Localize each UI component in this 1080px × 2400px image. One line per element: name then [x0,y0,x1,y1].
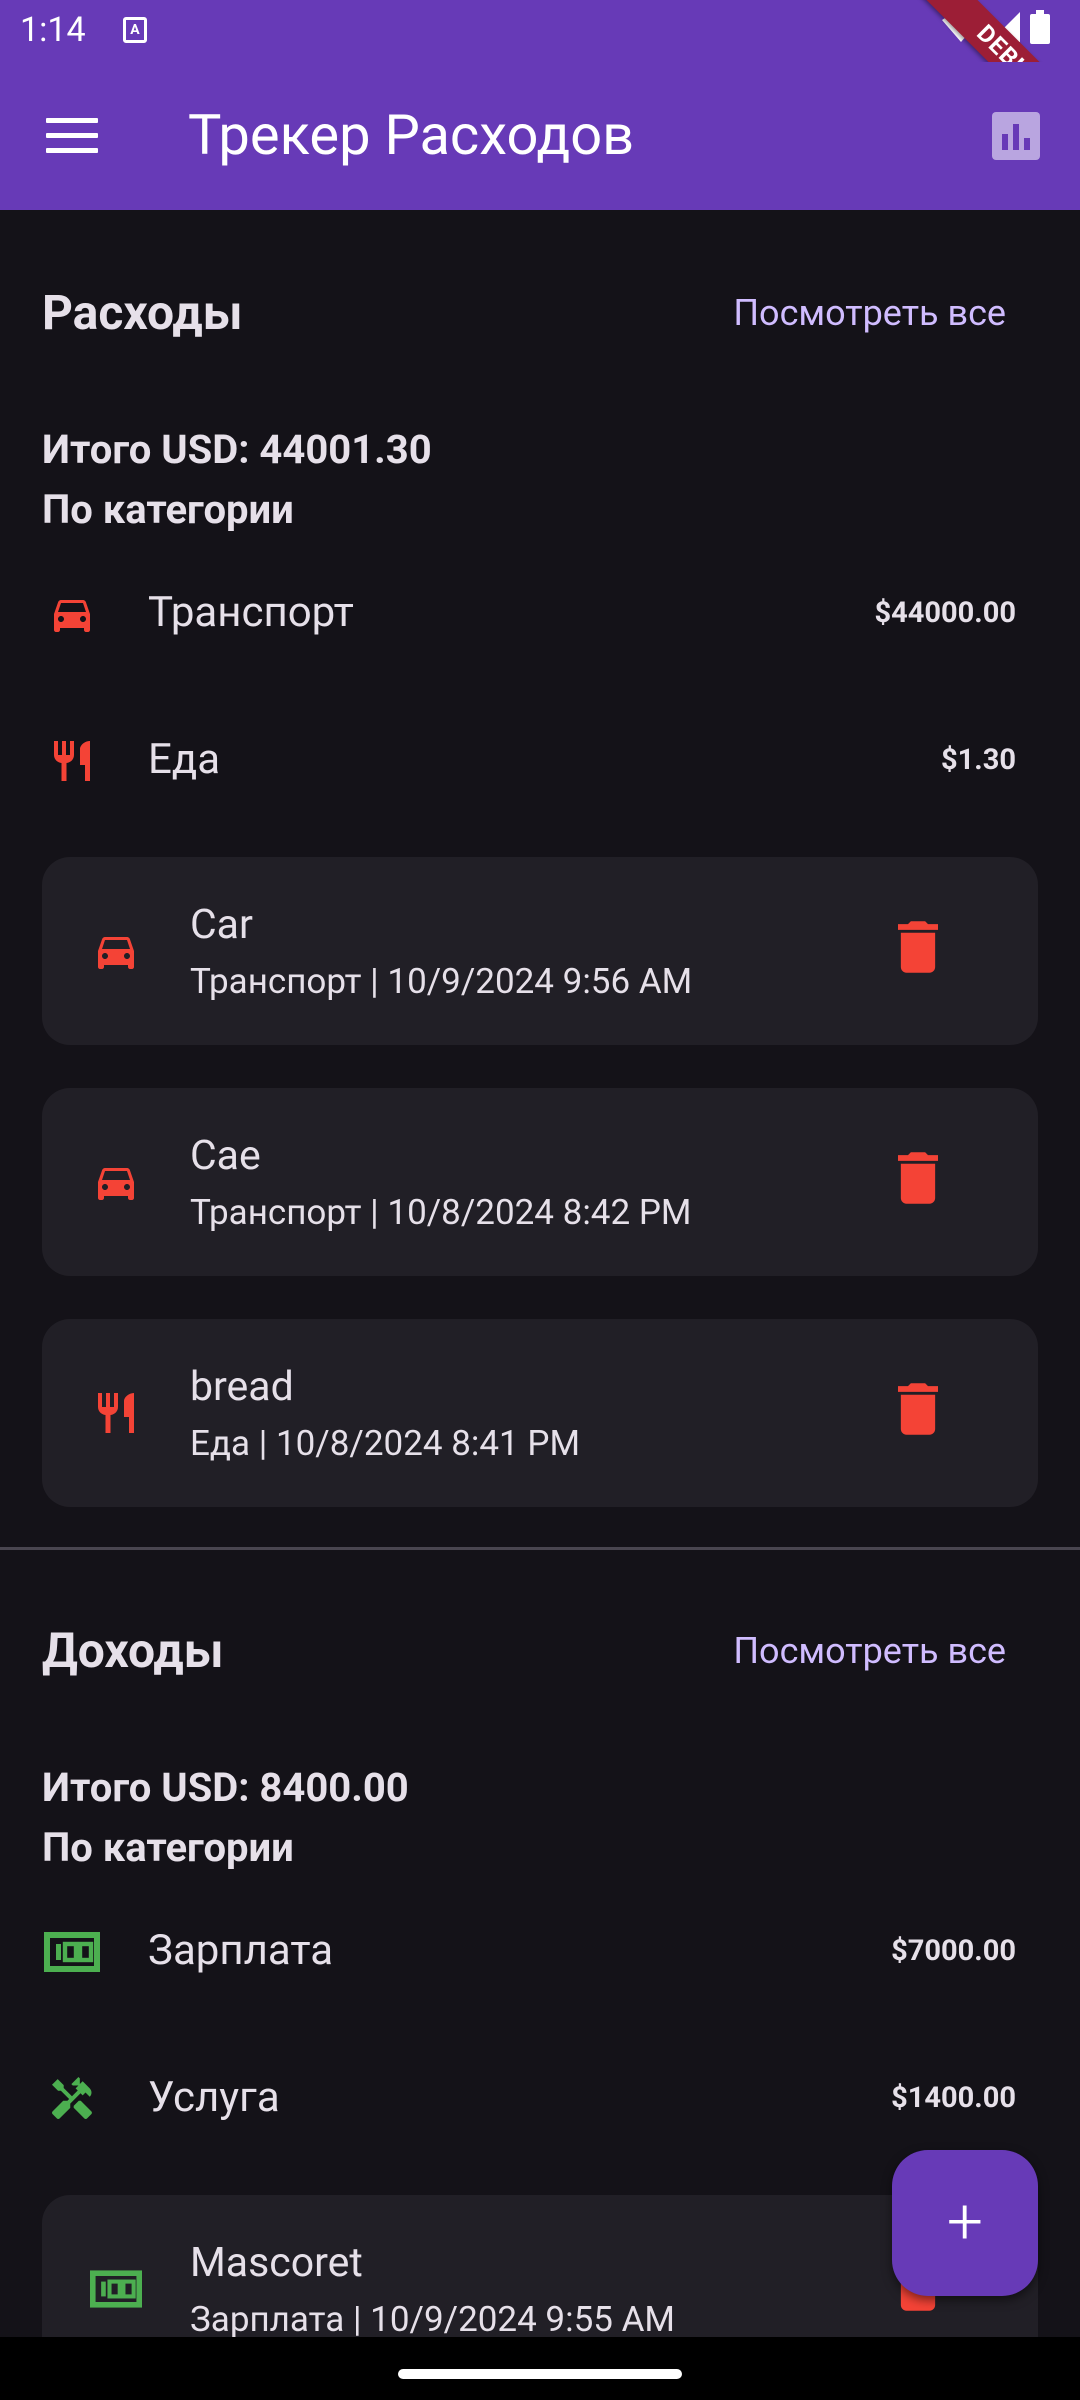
restaurant-icon [54,741,90,781]
expenses-header: Расходы Посмотреть все [0,210,1080,341]
incomes-by-category-label: По категории [42,1824,294,1871]
incomes-section: Доходы Посмотреть все Итого USD: 8400.00… [0,1570,1080,2383]
delete-icon[interactable] [898,1152,938,1204]
expenses-by-category-label: По категории [42,486,294,533]
item-title: bread [190,1363,294,1411]
incomes-total: Итого USD: 8400.00 [42,1764,409,1811]
expense-item-card[interactable]: bread Еда | 10/8/2024 8:41 PM [42,1319,1038,1507]
income-category-row: Услуга $1400.00 [0,2051,1080,2147]
category-amount: $1.30 [941,743,1016,777]
notification-a-icon: A [123,17,147,43]
category-name: Транспорт [148,588,354,637]
category-amount: $7000.00 [891,1934,1016,1968]
item-subtitle: Еда | 10/8/2024 8:41 PM [190,1423,581,1464]
income-category-row: Зарплата $7000.00 [0,1904,1080,2000]
app-title: Трекер Расходов [188,102,635,168]
content: Расходы Посмотреть все Итого USD: 44001.… [0,210,1080,2383]
expenses-section: Расходы Посмотреть все Итого USD: 44001.… [0,210,1080,1507]
item-subtitle: Транспорт | 10/8/2024 8:42 PM [190,1192,692,1233]
incomes-title: Доходы [42,1622,224,1679]
app-bar: Трекер Расходов [0,62,1080,210]
item-title: Mascoret [190,2239,363,2287]
restaurant-icon [98,1393,134,1433]
expenses-view-all-button[interactable]: Посмотреть все [733,292,1006,334]
category-name: Еда [148,735,221,784]
item-subtitle: Зарплата | 10/9/2024 9:55 AM [190,2299,675,2340]
incomes-header: Доходы Посмотреть все [0,1570,1080,1696]
category-amount: $1400.00 [891,2081,1016,2115]
status-time: 1:14 [20,10,86,50]
battery-icon [1030,10,1050,44]
money-icon [90,2270,142,2308]
delete-icon[interactable] [898,1383,938,1435]
add-icon: + [946,2184,984,2259]
car-icon [98,1168,134,1200]
expense-item-card[interactable]: Cae Транспорт | 10/8/2024 8:42 PM [42,1088,1038,1276]
add-button[interactable]: + [892,2150,1038,2296]
car-icon [54,600,90,632]
item-subtitle: Транспорт | 10/9/2024 9:56 AM [190,961,693,1002]
expense-item-card[interactable]: Car Транспорт | 10/9/2024 9:56 AM [42,857,1038,1045]
expense-category-row: Транспорт $44000.00 [0,566,1080,662]
incomes-view-all-button[interactable]: Посмотреть все [733,1630,1006,1672]
item-title: Cae [190,1132,261,1180]
item-title: Car [190,901,253,949]
money-icon [44,1932,100,1972]
system-nav-bar [0,2337,1080,2400]
bar-chart-icon[interactable] [992,112,1040,160]
category-name: Зарплата [148,1926,334,1975]
tools-icon [52,2077,92,2120]
delete-icon[interactable] [898,921,938,973]
expenses-total: Итого USD: 44001.30 [42,426,432,473]
car-icon [98,937,134,969]
expense-category-row: Еда $1.30 [0,713,1080,809]
menu-icon[interactable] [46,118,98,154]
home-handle[interactable] [398,2369,682,2379]
category-name: Услуга [148,2073,280,2122]
status-bar: 1:14 A [0,0,1080,62]
expenses-title: Расходы [42,284,243,341]
section-divider [0,1547,1080,1550]
category-amount: $44000.00 [874,596,1016,630]
